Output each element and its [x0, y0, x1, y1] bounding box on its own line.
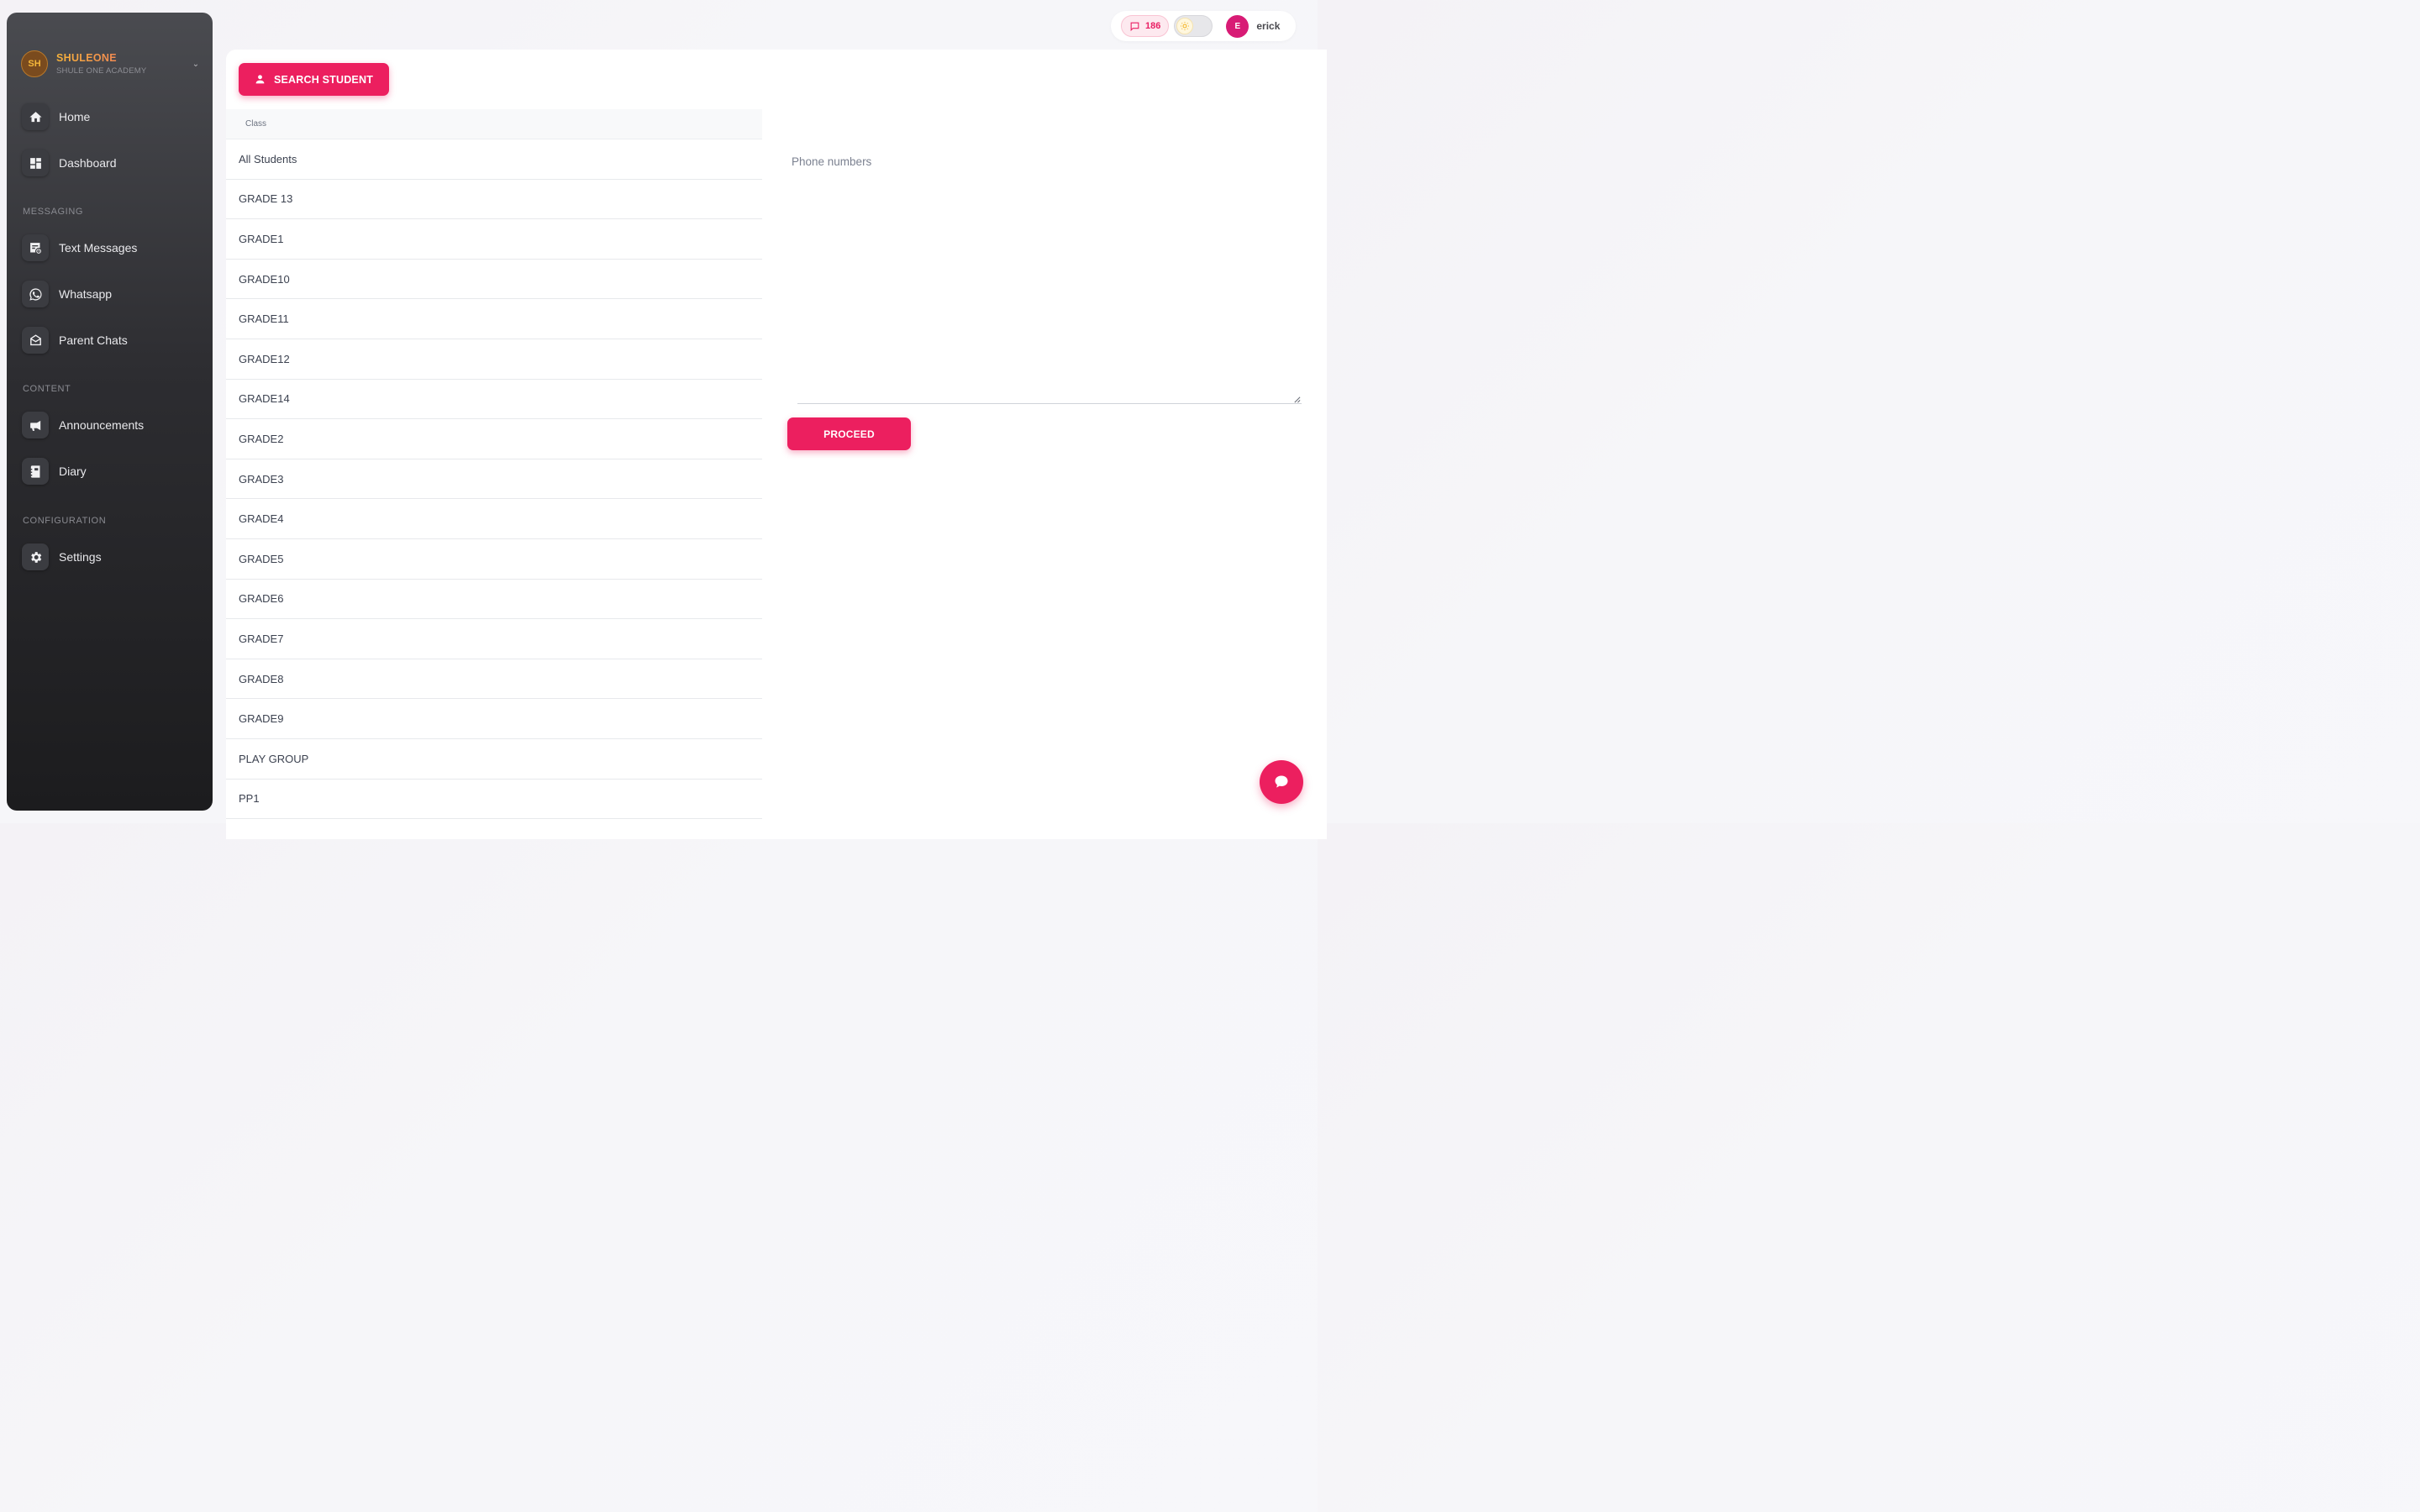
sidebar-item-settings[interactable]: Settings [22, 543, 203, 571]
table-row[interactable]: GRADE9 [226, 699, 762, 739]
text-message-schedule-icon [22, 234, 49, 261]
table-row[interactable]: GRADE11 [226, 299, 762, 339]
table-row[interactable]: GRADE12 [226, 339, 762, 380]
chat-bubble-icon [1130, 22, 1139, 31]
sidebar-item-label: Announcements [59, 418, 145, 432]
diary-icon [22, 458, 49, 485]
sidebar-item-home[interactable]: Home [22, 102, 203, 131]
table-row[interactable]: GRADE10 [226, 260, 762, 300]
avatar[interactable]: E [1226, 14, 1249, 38]
sidebar-item-label: Settings [59, 550, 102, 564]
sidebar: SH SHULEONE SHULE ONE ACADEMY ⌄ Home Das… [7, 13, 213, 811]
megaphone-icon [22, 412, 49, 438]
phone-numbers-textarea[interactable] [797, 176, 1302, 404]
class-table: Class All Students GRADE 13 GRADE1 GRADE… [226, 109, 762, 820]
main-card: SEARCH STUDENT Class All Students GRADE … [226, 50, 1327, 839]
table-row[interactable]: GRADE2 [226, 419, 762, 459]
brand-switcher[interactable]: SH SHULEONE SHULE ONE ACADEMY ⌄ [21, 50, 202, 78]
table-row[interactable]: GRADE8 [226, 659, 762, 700]
sidebar-item-text-messages[interactable]: Text Messages [22, 234, 203, 262]
brand-name: SHULEONE [56, 52, 190, 64]
sidebar-item-parent-chats[interactable]: Parent Chats [22, 326, 203, 354]
class-column-header: Class [226, 109, 762, 139]
dashboard-icon [22, 150, 49, 176]
section-label-configuration: CONFIGURATION [23, 516, 107, 526]
message-count-badge[interactable]: 186 [1121, 15, 1170, 37]
proceed-button[interactable]: PROCEED [787, 417, 911, 450]
person-icon [255, 75, 265, 84]
sidebar-item-diary[interactable]: Diary [22, 457, 203, 486]
phone-numbers-label: Phone numbers [792, 155, 872, 168]
theme-toggle[interactable] [1174, 15, 1213, 37]
table-row[interactable]: GRADE6 [226, 580, 762, 620]
table-row[interactable]: GRADE5 [226, 539, 762, 580]
whatsapp-icon [22, 281, 49, 307]
home-icon [22, 103, 49, 130]
envelope-open-icon [22, 327, 49, 354]
username[interactable]: erick [1256, 20, 1280, 32]
sidebar-item-label: Home [59, 110, 91, 123]
search-student-label: SEARCH STUDENT [273, 73, 374, 86]
brand-text: SHULEONE SHULE ONE ACADEMY [56, 52, 190, 76]
chat-fab-button[interactable] [1260, 760, 1303, 804]
brand-logo: SH [21, 50, 48, 77]
table-row[interactable]: GRADE14 [226, 380, 762, 420]
sidebar-item-dashboard[interactable]: Dashboard [22, 149, 203, 177]
table-row[interactable]: PLAY GROUP [226, 739, 762, 780]
table-row[interactable]: All Students [226, 139, 762, 180]
sun-icon [1176, 18, 1194, 34]
search-student-button[interactable]: SEARCH STUDENT [239, 63, 389, 96]
resize-handle-icon[interactable] [1293, 396, 1301, 403]
chevron-down-icon[interactable]: ⌄ [190, 60, 202, 69]
table-row[interactable]: GRADE 13 [226, 180, 762, 220]
table-row[interactable]: GRADE1 [226, 219, 762, 260]
table-row[interactable]: GRADE4 [226, 499, 762, 539]
message-count: 186 [1145, 21, 1161, 31]
sidebar-item-announcements[interactable]: Announcements [22, 411, 203, 439]
sidebar-item-whatsapp[interactable]: Whatsapp [22, 280, 203, 308]
gear-icon [22, 543, 49, 570]
table-row[interactable]: GRADE3 [226, 459, 762, 500]
sidebar-item-label: Whatsapp [59, 287, 113, 301]
sidebar-item-label: Parent Chats [59, 333, 128, 347]
topbar: 186 E erick [1111, 11, 1296, 41]
sidebar-item-label: Text Messages [59, 241, 138, 255]
table-row[interactable]: PP1 [226, 780, 762, 820]
brand-subtitle: SHULE ONE ACADEMY [56, 66, 147, 76]
section-label-messaging: MESSAGING [23, 207, 84, 217]
section-label-content: CONTENT [23, 384, 71, 394]
chat-icon [1275, 775, 1288, 788]
sidebar-item-label: Diary [59, 465, 87, 478]
sidebar-item-label: Dashboard [59, 156, 117, 170]
table-row[interactable]: GRADE7 [226, 619, 762, 659]
